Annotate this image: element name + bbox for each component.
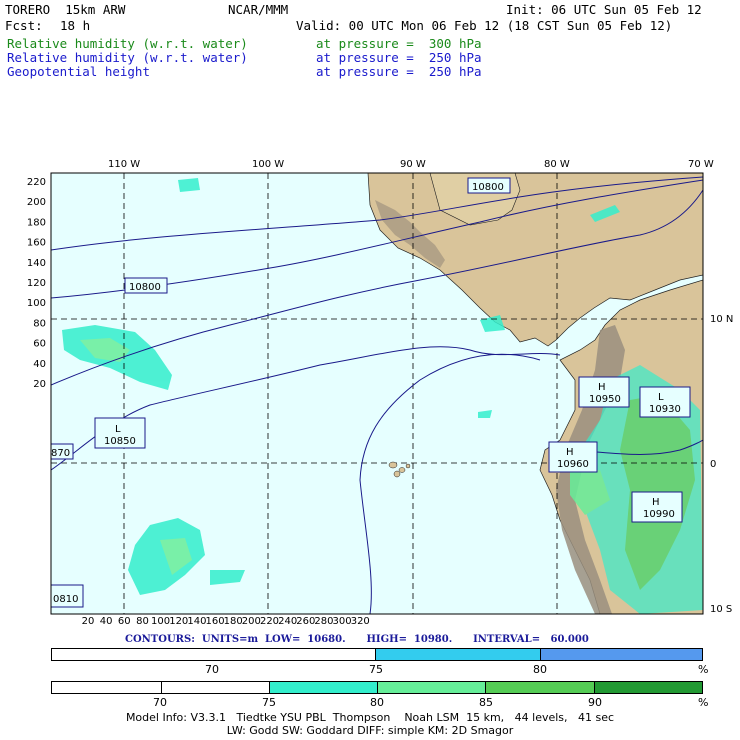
colorbar-segment	[378, 682, 486, 693]
y-tick-label: 200	[27, 197, 46, 208]
colorbar-segment	[270, 682, 378, 693]
low-symbol: L	[658, 392, 664, 403]
y-tick-label: 160	[27, 238, 46, 249]
lat-label: 10 S	[710, 604, 732, 615]
field-1-level: at pressure = 300 hPa	[316, 36, 482, 51]
right-lat-labels: 10 N 0 10 S	[710, 314, 733, 615]
colorbar-label: 90	[588, 696, 602, 709]
field-3-name: Geopotential height	[7, 64, 150, 79]
y-tick-label: 60	[33, 339, 46, 350]
height-label: 10800	[472, 182, 504, 193]
x-tick-label: 200	[242, 616, 261, 627]
lon-label: 100 W	[252, 159, 284, 170]
x-tick-label: 20	[82, 616, 95, 627]
bottom-x-ticks: 20 40 60 80 100 120 140 160 180 200 220 240 260 280 30…	[82, 616, 370, 627]
high-symbol: H	[598, 382, 606, 393]
valid-time: Valid: 00 UTC Mon 06 Feb 12 (18 CST Sun …	[296, 18, 673, 33]
colorbar-label: 75	[262, 696, 276, 709]
low-symbol: L	[115, 424, 121, 435]
x-tick-label: 260	[296, 616, 315, 627]
height-label: 10850	[104, 436, 136, 447]
colorbar-segment	[486, 682, 595, 693]
y-tick-label: 220	[27, 177, 46, 188]
colorbar-label: 70	[205, 663, 219, 676]
colorbar-segment	[162, 682, 270, 693]
x-tick-label: 320	[351, 616, 370, 627]
field-3-level: at pressure = 250 hPa	[316, 64, 482, 79]
y-tick-label: 80	[33, 318, 46, 329]
height-label: 870	[51, 448, 70, 459]
x-tick-label: 280	[314, 616, 333, 627]
x-tick-label: 160	[206, 616, 225, 627]
model-info-line2: LW: Godd SW: Goddard DIFF: simple KM: 2D…	[226, 724, 514, 737]
colorbar-segment	[376, 649, 541, 660]
colorbar-rh-250	[51, 648, 703, 661]
weather-map: 10800 10800 L 10850 H 10950 L 10930 H 10…	[27, 159, 733, 627]
lat-label: 0	[710, 459, 716, 470]
x-tick-label: 80	[136, 616, 149, 627]
center-label: NCAR/MMM	[228, 2, 289, 17]
x-tick-label: 40	[100, 616, 113, 627]
field-1-name: Relative humidity (w.r.t. water)	[7, 36, 248, 51]
x-tick-label: 140	[187, 616, 206, 627]
x-tick-label: 120	[169, 616, 188, 627]
height-label: 10930	[649, 404, 681, 415]
x-tick-label: 220	[260, 616, 279, 627]
height-label: 10960	[557, 459, 589, 470]
colorbar-label: 70	[153, 696, 167, 709]
colorbar-label: 75	[369, 663, 383, 676]
x-tick-label: 100	[151, 616, 170, 627]
model-title: TORERO 15km ARW	[5, 2, 126, 17]
colorbar-label: %	[698, 696, 709, 709]
height-label: 0810	[53, 594, 78, 605]
fcst-value: 18 h	[60, 18, 91, 33]
init-time: Init: 06 UTC Sun 05 Feb 12	[506, 2, 702, 17]
y-tick-label: 120	[27, 278, 46, 289]
colorbar-segment	[595, 682, 702, 693]
x-tick-label: 300	[333, 616, 352, 627]
x-tick-label: 180	[224, 616, 243, 627]
lon-label: 90 W	[400, 159, 426, 170]
height-label: 10950	[589, 394, 621, 405]
y-tick-label: 140	[27, 258, 46, 269]
colorbar-label: 85	[479, 696, 493, 709]
x-tick-label: 240	[278, 616, 297, 627]
high-symbol: H	[566, 447, 574, 458]
colorbar-label: 80	[370, 696, 384, 709]
model-info-line1: Model Info: V3.3.1 Tiedtke YSU PBL Thomp…	[125, 711, 615, 724]
x-tick-label: 60	[118, 616, 131, 627]
lon-label: 110 W	[108, 159, 140, 170]
y-tick-label: 180	[27, 217, 46, 228]
y-tick-label: 40	[33, 359, 46, 370]
field-2-level: at pressure = 250 hPa	[316, 50, 482, 65]
colorbar-segment	[541, 649, 702, 660]
colorbar-segment	[52, 682, 162, 693]
field-2-name: Relative humidity (w.r.t. water)	[7, 50, 248, 65]
height-label: 10800	[129, 282, 161, 293]
top-lon-labels: 110 W 100 W 90 W 80 W 70 W	[108, 159, 714, 170]
y-tick-label: 100	[27, 298, 46, 309]
colorbar-segment	[52, 649, 376, 660]
lat-label: 10 N	[710, 314, 733, 325]
colorbar-label: %	[698, 663, 709, 676]
high-symbol: H	[652, 497, 660, 508]
height-label: 10990	[643, 509, 675, 520]
lon-label: 80 W	[544, 159, 570, 170]
colorbar-label: 80	[533, 663, 547, 676]
contour-info: CONTOURS: UNITS=m LOW= 10680. HIGH= 1098…	[125, 634, 589, 645]
left-y-ticks: 220 200 180 160 140 120 100 80 60 40 20	[27, 177, 46, 390]
lon-label: 70 W	[688, 159, 714, 170]
y-tick-label: 20	[33, 379, 46, 390]
fcst-label: Fcst:	[5, 18, 43, 33]
colorbar-rh-300	[51, 681, 703, 694]
